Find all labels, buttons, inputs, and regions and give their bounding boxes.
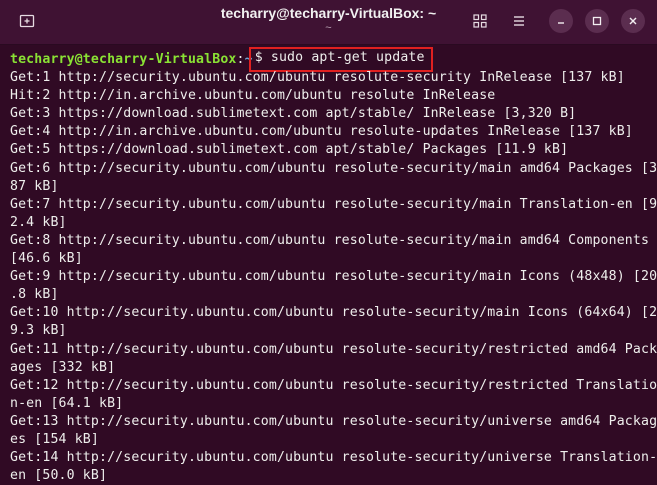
title-bar[interactable]: techarry@techarry-VirtualBox: ~ ~	[0, 0, 657, 45]
output-lines: Get:1 http://security.ubuntu.com/ubuntu …	[10, 69, 657, 485]
output-line: [46.6 kB]	[10, 251, 83, 267]
grid-view-icon	[473, 14, 487, 28]
output-line: .8 kB]	[10, 287, 59, 303]
output-line: n-en [64.1 kB]	[10, 395, 124, 411]
output-line: Get:14 http://security.ubuntu.com/ubuntu…	[10, 450, 657, 466]
output-line: Get:12 http://security.ubuntu.com/ubuntu…	[10, 377, 657, 393]
prompt-user-host: techarry@techarry-VirtualBox	[10, 52, 237, 67]
output-line: Get:11 http://security.ubuntu.com/ubuntu…	[10, 341, 657, 357]
close-icon	[629, 17, 637, 25]
minimize-button[interactable]	[549, 9, 573, 33]
output-line: Get:13 http://security.ubuntu.com/ubuntu…	[10, 413, 657, 429]
output-line: 87 kB]	[10, 178, 59, 194]
output-line: Get:7 http://security.ubuntu.com/ubuntu …	[10, 196, 657, 212]
minimize-icon	[558, 22, 564, 24]
output-line: Get:5 https://download.sublimetext.com a…	[10, 142, 569, 158]
output-line: 2.4 kB]	[10, 214, 67, 230]
hamburger-menu-icon	[514, 16, 524, 26]
prompt-line: techarry@techarry-VirtualBox:~ $ sudo apt…	[10, 47, 657, 72]
maximize-button[interactable]	[585, 9, 609, 33]
view-button[interactable]	[467, 8, 493, 34]
output-line: Hit:2 http://in.archive.ubuntu.com/ubunt…	[10, 88, 496, 104]
prompt-colon: :	[236, 52, 245, 67]
output-line: en [50.0 kB]	[10, 468, 108, 484]
output-line: ages [332 kB]	[10, 359, 116, 375]
close-button[interactable]	[621, 9, 645, 33]
output-line: Get:9 http://security.ubuntu.com/ubuntu …	[10, 269, 657, 285]
output-line: Get:10 http://security.ubuntu.com/ubuntu…	[10, 305, 657, 321]
output-line: Get:8 http://security.ubuntu.com/ubuntu …	[10, 232, 650, 248]
output-line: es [154 kB]	[10, 431, 99, 447]
output-line: Get:1 http://security.ubuntu.com/ubuntu …	[10, 70, 625, 86]
terminal-output[interactable]: techarry@techarry-VirtualBox:~ $ sudo apt…	[0, 45, 657, 485]
menu-button[interactable]	[506, 8, 532, 34]
maximize-icon	[592, 16, 602, 26]
terminal-window: techarry@techarry-VirtualBox: ~ ~ techar…	[0, 0, 657, 485]
output-line: Get:3 https://download.sublimetext.com a…	[10, 106, 577, 122]
output-line: Get:4 http://in.archive.ubuntu.com/ubunt…	[10, 124, 633, 140]
output-line: Get:6 http://security.ubuntu.com/ubuntu …	[10, 160, 657, 176]
output-line: 9.3 kB]	[10, 323, 67, 339]
